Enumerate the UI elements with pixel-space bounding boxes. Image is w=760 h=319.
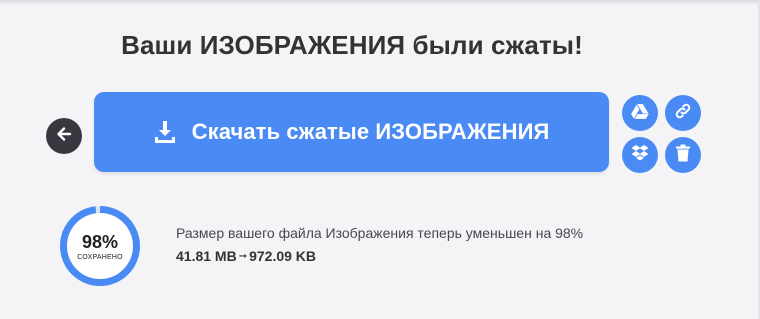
- result-message: Размер вашего файла Изображения теперь у…: [176, 225, 584, 241]
- download-compressed-button[interactable]: Скачать сжатые ИЗОБРАЖЕНИЯ: [94, 92, 609, 172]
- compression-summary: 98% СОХРАНЕНО: [58, 204, 142, 288]
- arrow-right-icon: ➞: [238, 250, 248, 262]
- back-button[interactable]: [46, 118, 82, 154]
- compressed-size: 972.09 KB: [249, 248, 317, 264]
- percent-saved: 98%: [81, 231, 119, 252]
- download-button-label: Скачать сжатые ИЗОБРАЖЕНИЯ: [191, 119, 550, 144]
- saved-label: СОХРАНЕНО: [77, 253, 123, 261]
- top-shadow-bar: [0, 0, 760, 4]
- dropbox-button[interactable]: [622, 137, 658, 173]
- page-title: Ваши ИЗОБРАЖЕНИЯ были сжаты!: [121, 30, 583, 60]
- dropbox-icon: [631, 144, 649, 166]
- arrow-left-icon: [55, 125, 73, 148]
- google-drive-button[interactable]: [622, 95, 658, 131]
- trash-icon: [675, 144, 691, 167]
- original-size: 41.81 MB: [176, 248, 237, 264]
- link-icon: [674, 102, 692, 125]
- google-drive-icon: [631, 103, 649, 124]
- copy-link-button[interactable]: [665, 95, 701, 131]
- size-comparison: 41.81 MB ➞ 972.09 KB: [176, 248, 316, 264]
- delete-button[interactable]: [665, 137, 701, 173]
- download-icon: [154, 120, 176, 144]
